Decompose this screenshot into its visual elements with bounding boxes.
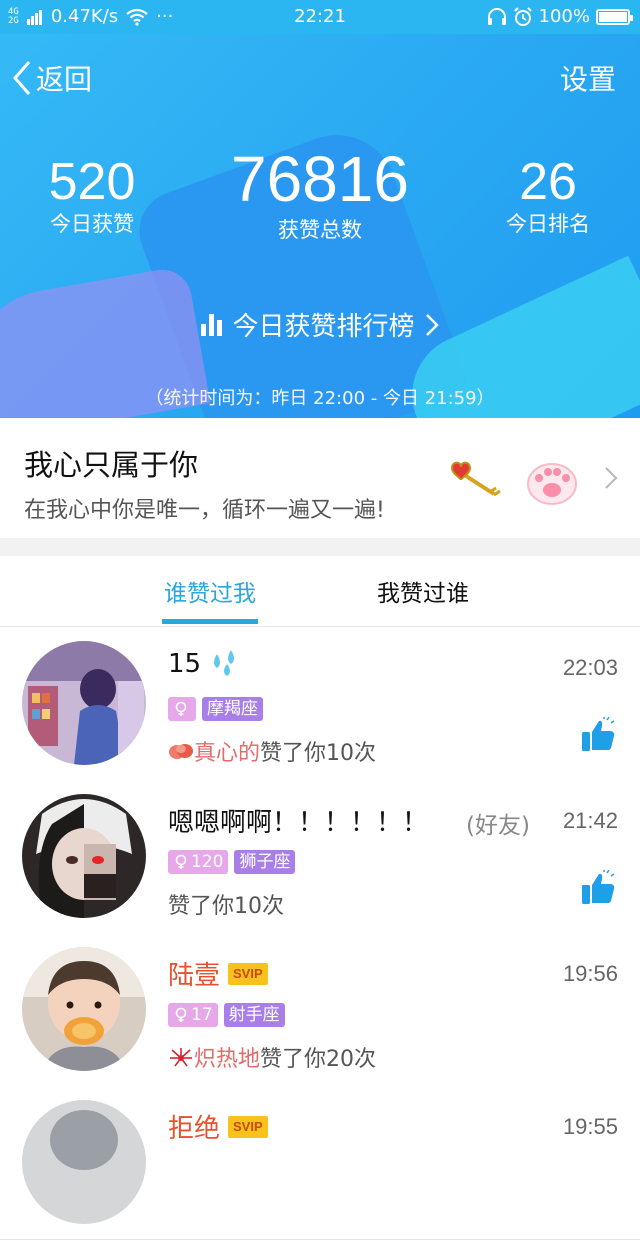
user-name-text: 陆壹 [168,961,221,991]
total-likes-label: 获赞总数 [278,218,362,242]
list-item[interactable]: 拒绝 SVIP 19:55 [0,1086,640,1240]
liked-prefix: 炽热地 [194,1047,261,1072]
avatar [22,641,146,765]
like-time: 21:42 [562,808,618,833]
list-item[interactable]: 陆壹 SVIP 19:56 17 射手座 炽热地 赞了你20次 [0,933,640,1087]
age-text: 17 [191,1005,213,1025]
total-likes-value: 76816 [231,143,409,215]
list-item[interactable]: 15 22:03 摩羯座 真心的 赞了你10次 [0,627,640,781]
liked-text: 赞了你10次 [260,741,377,766]
status-bar: 4G 2G 0.47K/s ··· 22:21 100% [0,0,640,34]
female-icon [175,854,187,869]
stat-time-note: （统计时间为：昨日 22:00 - 今日 21:59） [145,388,495,409]
user-tags: 120 狮子座 [168,850,296,874]
love-banner[interactable]: 我心只属于你 在我心中你是唯一，循环一遍又一遍! [0,418,640,538]
today-rank-stat: 26 今日排名 [486,152,610,238]
user-name: 陆壹 SVIP [168,955,268,992]
settings-button[interactable]: 设置 [560,58,616,98]
today-likes-label: 今日获赞 [50,212,134,236]
heart-key-icon [450,461,501,497]
friend-badge: (好友) [466,813,530,839]
gender-age-tag [168,697,196,721]
thumbs-up-icon[interactable] [580,717,616,753]
bar-chart-icon [201,313,223,336]
rank-list-link[interactable]: 今日获赞排行榜 [0,306,640,343]
user-name: 拒绝 SVIP [168,1108,268,1145]
user-tags: 摩羯座 [168,697,263,721]
liked-text: 赞了你20次 [260,1047,377,1072]
thumbs-up-icon[interactable] [580,870,616,906]
alarm-icon [513,6,532,26]
banner-title: 我心只属于你 [24,448,199,482]
gender-age-tag: 17 [168,1003,218,1027]
section-divider [0,538,640,556]
back-label: 返回 [36,63,93,96]
liked-summary: 炽热地 赞了你20次 [168,1041,376,1073]
user-name-text: 15 [168,649,202,679]
headset-icon [487,7,506,25]
chevron-left-icon [13,61,31,95]
likes-header: 返回 设置 520 今日获赞 76816 获赞总数 26 今日排名 今日获赞排行… [0,34,640,418]
sweat-drops-icon [214,650,235,676]
battery-icon [596,8,633,25]
user-name-text: 拒绝 [168,1114,221,1144]
avatar [22,947,146,1071]
avatar [22,1100,146,1224]
total-likes-stat: 76816 获赞总数 [220,142,420,244]
battery-fill [599,11,627,22]
user-name: 15 [168,649,243,679]
liked-summary: 真心的 赞了你10次 [168,735,376,767]
zodiac-tag: 摩羯座 [202,697,263,721]
chevron-right-icon [425,313,439,336]
svip-badge: SVIP [228,1115,268,1138]
like-time: 22:03 [562,655,618,680]
zodiac-tag: 狮子座 [234,850,296,874]
cat-paw-icon [527,463,577,505]
like-time: 19:55 [562,1114,618,1139]
zodiac-tag: 射手座 [223,1003,285,1027]
tab-who-i-liked[interactable]: 我赞过谁 [377,574,469,608]
rank-link-label: 今日获赞排行榜 [232,312,415,342]
user-name: 嗯嗯啊啊！！！！！！ [168,808,429,838]
today-rank-label: 今日排名 [506,212,590,236]
female-icon [175,701,187,716]
user-tags: 17 射手座 [168,1003,285,1027]
tab-bar: 谁赞过我 我赞过谁 [0,556,640,627]
spider-lily-icon [170,1048,192,1067]
liked-summary: 赞了你10次 [168,888,284,920]
battery-percent: 100% [538,6,590,27]
age-text: 120 [191,852,224,872]
status-right: 100% [487,6,633,27]
today-rank-value: 26 [519,153,577,211]
svip-badge: SVIP [228,962,268,985]
gender-age-tag: 120 [168,850,229,874]
list-item[interactable]: 嗯嗯啊啊！！！！！！ (好友) 21:42 120 狮子座 赞了你10次 [0,780,640,934]
avatar [22,794,146,918]
liked-text: 赞了你10次 [168,894,284,919]
today-likes-value: 520 [48,153,136,211]
back-button[interactable]: 返回 [12,58,92,98]
like-time: 19:56 [562,961,618,986]
tab-who-liked-me[interactable]: 谁赞过我 [162,574,258,624]
today-likes-stat: 520 今日获赞 [30,152,154,238]
banner-subtitle: 在我心中你是唯一，循环一遍又一遍! [24,498,385,523]
female-icon [175,1007,187,1022]
chevron-right-icon [605,467,618,489]
rose-icon [169,744,193,759]
liked-prefix: 真心的 [194,741,261,766]
